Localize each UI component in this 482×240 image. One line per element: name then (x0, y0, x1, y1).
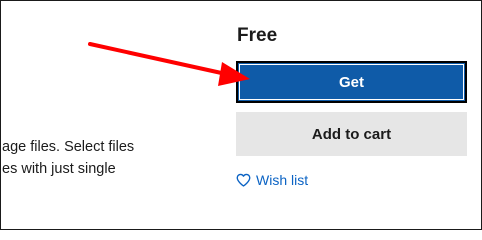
heart-icon (236, 173, 251, 187)
wish-list-link[interactable]: Wish list (236, 172, 308, 188)
description-line-1: age files. Select files (2, 139, 135, 155)
description-line-2: es with just single (2, 161, 116, 177)
product-description: age files. Select files es with just sin… (2, 136, 162, 180)
price-label: Free (237, 25, 278, 46)
add-to-cart-button[interactable]: Add to cart (236, 112, 467, 156)
get-button[interactable]: Get (236, 61, 467, 103)
wish-list-label: Wish list (256, 172, 309, 188)
